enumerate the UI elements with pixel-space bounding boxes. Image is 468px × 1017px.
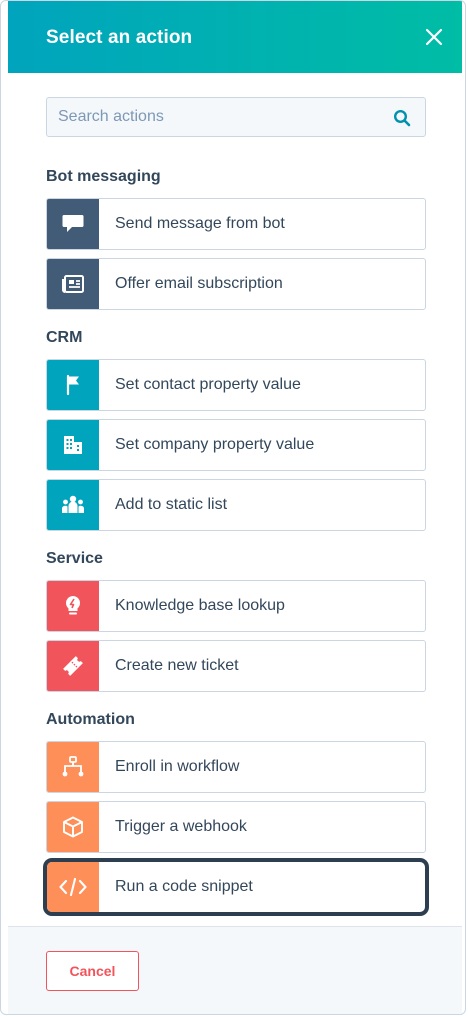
action-set-contact-property-value[interactable]: Set contact property value [46,359,426,411]
people-icon [47,480,99,530]
section-title-service: Service [46,550,103,567]
action-knowledge-base-lookup[interactable]: Knowledge base lookup [46,580,426,632]
workflow-icon [47,742,99,792]
close-icon[interactable] [424,27,444,47]
action-label: Knowledge base lookup [115,597,285,614]
panel-header: Select an action [8,1,462,73]
action-trigger-a-webhook[interactable]: Trigger a webhook [46,801,426,853]
search-input[interactable] [47,98,388,136]
building-icon [47,420,99,470]
action-offer-email-subscription[interactable]: Offer email subscription [46,258,426,310]
search-box [46,97,426,137]
action-set-company-property-value[interactable]: Set company property value [46,419,426,471]
action-label: Enroll in workflow [115,758,240,775]
action-label: Create new ticket [115,657,239,674]
action-create-new-ticket[interactable]: Create new ticket [46,640,426,692]
action-run-a-code-snippet[interactable]: Run a code snippet [46,861,426,913]
action-label: Set contact property value [115,376,301,393]
action-send-message-from-bot[interactable]: Send message from bot [46,198,426,250]
lightbulb-icon [47,581,99,631]
newspaper-icon [47,259,99,309]
action-label: Send message from bot [115,215,285,232]
action-label: Run a code snippet [115,878,253,895]
code-icon [47,862,99,912]
ticket-icon [47,641,99,691]
section-title-crm: CRM [46,329,83,346]
action-label: Trigger a webhook [115,818,247,835]
cancel-button[interactable]: Cancel [46,951,139,991]
search-icon[interactable] [393,109,411,127]
action-label: Add to static list [115,496,228,513]
select-action-panel: Select an action Bot messaging Send mess… [0,0,466,1015]
speech-bubble-icon [47,199,99,249]
flag-icon [47,360,99,410]
panel-footer: Cancel [8,926,462,1014]
section-title-bot-messaging: Bot messaging [46,168,161,185]
action-label: Set company property value [115,436,315,453]
action-label: Offer email subscription [115,275,283,292]
action-add-to-static-list[interactable]: Add to static list [46,479,426,531]
section-title-automation: Automation [46,711,135,728]
action-enroll-in-workflow[interactable]: Enroll in workflow [46,741,426,793]
cube-icon [47,802,99,852]
panel-title: Select an action [46,27,193,48]
